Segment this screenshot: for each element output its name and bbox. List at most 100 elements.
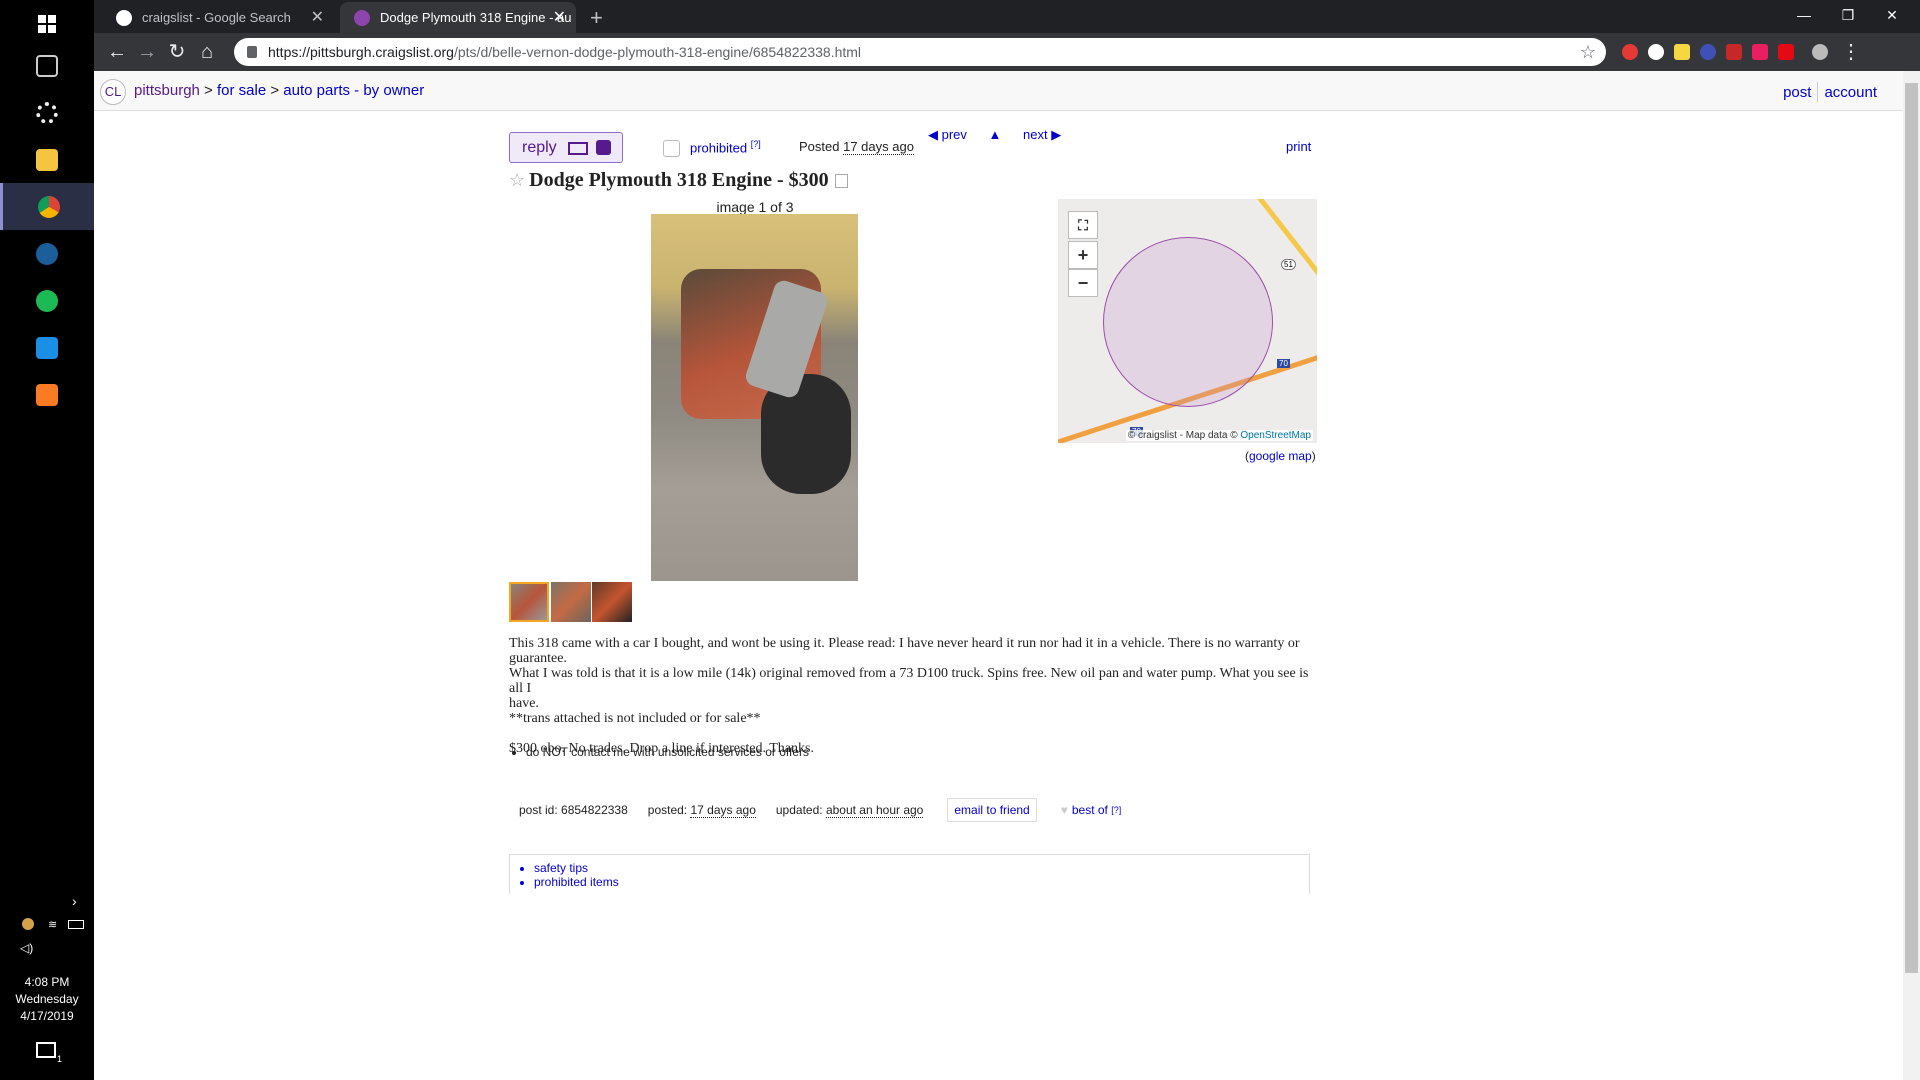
extension-vpn-icon[interactable]: [1700, 44, 1716, 60]
taskbar-terminal-icon[interactable]: [0, 42, 94, 89]
restore-button[interactable]: ❐: [1826, 0, 1870, 33]
taskbar-app-icon[interactable]: [0, 324, 94, 371]
thumbnail-2[interactable]: [551, 582, 591, 622]
next-link[interactable]: next ▶: [1023, 127, 1061, 142]
posted-label: Posted: [799, 139, 840, 154]
header-links: post account: [1783, 82, 1877, 102]
address-bar[interactable]: https://pittsburgh.craigslist.org/pts/d/…: [234, 38, 1606, 66]
taskbar-spotify-icon[interactable]: [0, 277, 94, 324]
volume-icon[interactable]: ◁): [20, 941, 33, 955]
thumbnail-1[interactable]: [509, 582, 549, 622]
url-text[interactable]: https://pittsburgh.craigslist.org/pts/d/…: [268, 38, 861, 66]
email-to-friend-button[interactable]: email to friend: [947, 798, 1037, 822]
body-line: **trans attached is not included or for …: [509, 711, 761, 726]
prohibited-checkbox[interactable]: [663, 140, 680, 158]
taskbar-settings-icon[interactable]: [0, 89, 94, 136]
craigslist-logo[interactable]: CL: [100, 79, 126, 105]
account-link[interactable]: account: [1824, 84, 1877, 101]
reload-button[interactable]: ↻: [164, 39, 190, 65]
breadcrumb-for-sale[interactable]: for sale: [217, 82, 266, 99]
body-blank-line: [509, 726, 1309, 741]
phone-icon: [596, 140, 611, 155]
post-link[interactable]: post: [1783, 84, 1811, 101]
extension-notes-icon[interactable]: [1674, 44, 1690, 60]
prohibited-items-link[interactable]: prohibited items: [534, 875, 619, 889]
menu-kebab-icon[interactable]: ⋮: [1838, 39, 1864, 65]
main-photo[interactable]: [651, 214, 858, 581]
action-center-icon[interactable]: 1: [36, 1042, 62, 1064]
breadcrumb-auto-parts[interactable]: auto parts - by owner: [283, 82, 424, 99]
highway-51-label: 51: [1281, 259, 1296, 270]
close-window-button[interactable]: ✕: [1870, 0, 1914, 33]
clock-day: Wednesday: [15, 992, 79, 1006]
notices-list: do NOT contact me with unsolicited servi…: [526, 745, 809, 759]
breadcrumb: pittsburgh > for sale > auto parts - by …: [134, 82, 424, 99]
battery-icon[interactable]: [68, 920, 84, 929]
openstreetmap-link[interactable]: OpenStreetMap: [1240, 430, 1311, 441]
google-favicon-icon: [116, 10, 132, 26]
taskbar-steam-icon[interactable]: [0, 230, 94, 277]
reply-button[interactable]: reply: [509, 132, 623, 163]
footer-links-box: safety tips prohibited items: [509, 854, 1310, 894]
safety-tips-link[interactable]: safety tips: [534, 861, 588, 875]
chevron-right-icon[interactable]: ›: [72, 893, 77, 909]
clock-time[interactable]: 4:08 PM: [0, 974, 94, 991]
up-link[interactable]: ▲: [989, 127, 1002, 142]
prev-link[interactable]: ◀ prev: [928, 127, 967, 142]
map-zoom-in-button[interactable]: +: [1068, 241, 1098, 269]
notice-item: do NOT contact me with unsolicited servi…: [526, 745, 809, 759]
forward-button[interactable]: →: [134, 39, 160, 65]
print-link[interactable]: print: [1286, 139, 1311, 154]
bookmark-star-icon[interactable]: ☆: [1580, 38, 1596, 66]
tab-google-search[interactable]: craigslist - Google Search ✕: [102, 2, 334, 33]
new-tab-button[interactable]: +: [590, 2, 603, 33]
extension-adblock-icon[interactable]: [1622, 44, 1638, 60]
start-button[interactable]: [0, 0, 94, 47]
page-scrollbar[interactable]: [1903, 71, 1920, 1080]
post-info-bar: post id: 6854822338 posted: 17 days ago …: [509, 798, 1121, 822]
taskbar-chrome-icon[interactable]: [0, 183, 94, 230]
extension-pdf-icon[interactable]: [1726, 44, 1742, 60]
back-button[interactable]: ←: [104, 39, 130, 65]
extension-privacy-icon[interactable]: [1648, 44, 1664, 60]
post-id: post id: 6854822338: [519, 803, 628, 817]
scrollbar-thumb[interactable]: [1905, 83, 1918, 973]
tab-craigslist-posting[interactable]: Dodge Plymouth 318 Engine - au ✕: [340, 2, 576, 33]
wifi-icon[interactable]: ≋: [48, 918, 57, 931]
favorite-star-icon[interactable]: ☆: [509, 170, 525, 190]
map-fullscreen-button[interactable]: ⛶: [1068, 211, 1098, 239]
posting-body: This 318 came with a car I bought, and w…: [509, 636, 1309, 756]
reply-label: reply: [522, 139, 557, 156]
google-map-link[interactable]: google map: [1249, 449, 1312, 463]
browser-titlebar: craigslist - Google Search ✕ Dodge Plymo…: [94, 0, 1920, 33]
interstate-70-label: 70: [1277, 359, 1290, 368]
prohibited-help-link[interactable]: [?]: [751, 139, 761, 149]
page-content: CL pittsburgh > for sale > auto parts - …: [94, 71, 1920, 1080]
mail-icon: [568, 142, 588, 155]
extension-netflix-icon[interactable]: [1778, 44, 1794, 60]
posting-title: ☆ Dodge Plymouth 318 Engine - $300: [509, 169, 848, 192]
hide-posting-icon[interactable]: [834, 174, 848, 189]
close-tab-icon[interactable]: ✕: [553, 2, 566, 33]
profile-avatar[interactable]: [1812, 44, 1828, 60]
minimize-button[interactable]: —: [1782, 0, 1826, 33]
close-tab-icon[interactable]: ✕: [311, 2, 324, 33]
windows-logo-icon: [38, 14, 56, 33]
taskbar-xampp-icon[interactable]: [0, 371, 94, 418]
windows-taskbar: › ≋ ◁) 4:08 PM Wednesday 4/17/2019 1: [0, 0, 94, 1080]
location-map[interactable]: ⛶ + − 51 70 70 © craigslist - Map data ©…: [1058, 199, 1317, 443]
posted-info: posted: 17 days ago: [647, 803, 756, 818]
best-of-link[interactable]: best of: [1072, 803, 1108, 817]
thumbnail-3[interactable]: [592, 582, 632, 622]
lock-icon: [247, 46, 257, 58]
taskbar-file-explorer-icon[interactable]: [0, 136, 94, 183]
heart-icon: ♥: [1060, 803, 1068, 817]
tray-app-icon[interactable]: [22, 918, 34, 930]
breadcrumb-pittsburgh[interactable]: pittsburgh: [134, 82, 200, 99]
extension-grammar-icon[interactable]: [1752, 44, 1768, 60]
map-zoom-out-button[interactable]: −: [1068, 269, 1098, 297]
home-button[interactable]: ⌂: [194, 39, 220, 65]
title-text: Dodge Plymouth 318 Engine - $300: [529, 169, 829, 191]
prohibited-link[interactable]: prohibited: [690, 140, 747, 155]
best-of-help-link[interactable]: [?]: [1111, 805, 1121, 815]
